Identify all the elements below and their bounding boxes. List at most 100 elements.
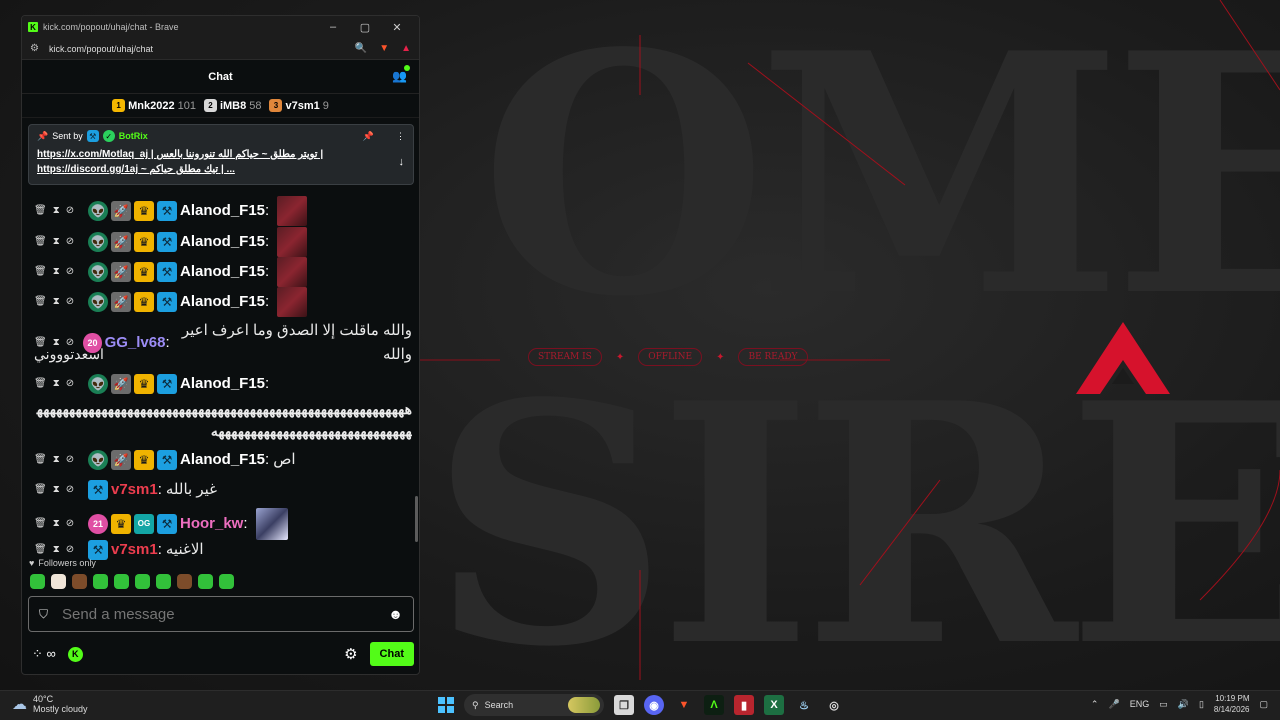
app-red-icon[interactable]: ▮ <box>734 695 754 715</box>
close-icon[interactable]: ✕ <box>381 21 413 34</box>
discord-icon[interactable]: ◉ <box>644 695 664 715</box>
username[interactable]: Alanod_F15 <box>180 372 265 396</box>
chat-message[interactable]: 🗑 ⧗ ⊘ 👽 🚀 ♛ ⚒ Alanod_F15: <box>34 287 412 317</box>
weather-widget[interactable]: ☁ 40°C Mostly cloudy <box>12 694 88 714</box>
delete-icon[interactable]: 🗑 <box>34 512 47 536</box>
timeout-icon[interactable]: ⧗ <box>53 372 60 396</box>
more-options-icon[interactable]: ⋮ <box>396 131 405 142</box>
task-view-icon[interactable]: ❐ <box>614 695 634 715</box>
chat-message[interactable]: 🗑 ⧗ ⊘ 👽 🚀 ♛ ⚒ Alanod_F15: <box>34 257 412 287</box>
quick-emote[interactable] <box>198 574 213 589</box>
chat-message[interactable]: 🗑 ⧗ ⊘ 👽 🚀 ♛ ⚒ Alanod_F15: <box>34 372 412 396</box>
ban-icon[interactable]: ⊘ <box>66 260 74 284</box>
maximize-icon[interactable]: ▢ <box>349 21 381 34</box>
quick-emote[interactable] <box>135 574 150 589</box>
username[interactable]: Alanod_F15 <box>180 290 265 314</box>
excel-icon[interactable]: X <box>764 695 784 715</box>
ban-icon[interactable]: ⊘ <box>66 199 74 223</box>
delete-icon[interactable]: 🗑 <box>34 230 47 254</box>
brave-rewards-icon[interactable]: ▲ <box>401 43 411 54</box>
chat-message[interactable]: 🗑 ⧗ ⊘ 👽 🚀 ♛ ⚒ Alanod_F15: <box>34 196 412 226</box>
chat-message[interactable]: 🗑 ⧗ ⊘ ⚒ v7sm1: غير بالله <box>34 478 412 502</box>
ban-icon[interactable]: ⊘ <box>66 448 74 472</box>
ban-icon[interactable]: ⊘ <box>66 512 74 536</box>
delete-icon[interactable]: 🗑 <box>34 199 47 223</box>
username[interactable]: Alanod_F15 <box>180 260 265 284</box>
message-input[interactable] <box>62 605 389 623</box>
obs-icon[interactable]: ◎ <box>824 695 844 715</box>
pinned-message[interactable]: 📌 Sent by ⚒ ✓ BotRix 📌 ⋮ https://x.com/M… <box>28 124 414 185</box>
emoji-picker-icon[interactable]: ☻ <box>388 606 403 622</box>
language-indicator[interactable]: ENG <box>1130 699 1150 709</box>
moderator-badge-icon: ⚒ <box>157 374 177 394</box>
chat-scrollbar[interactable] <box>415 496 418 542</box>
delete-icon[interactable]: 🗑 <box>34 448 47 472</box>
chat-message[interactable]: 🗑 ⧗ ⊘ 21 ♛ OG ⚒ Hoor_kw: <box>34 508 412 540</box>
infinity-mode[interactable]: ⁘ ∞ <box>32 646 56 662</box>
timeout-icon[interactable]: ⧗ <box>53 199 60 223</box>
app-icon[interactable]: Λ <box>704 695 724 715</box>
volume-icon[interactable]: 🔊 <box>1178 699 1189 710</box>
chat-message[interactable]: 🗑 ⧗ ⊘ 👽 🚀 ♛ ⚒ Alanod_F15: اص <box>34 448 412 472</box>
username[interactable]: v7sm1 <box>111 478 158 502</box>
brave-shields-icon[interactable]: ▼ <box>379 43 389 54</box>
username[interactable]: Alanod_F15 <box>180 199 265 223</box>
apex-logo-icon <box>1076 322 1170 394</box>
send-chat-button[interactable]: Chat <box>369 642 414 666</box>
unpin-icon[interactable]: 📌 <box>363 131 374 142</box>
pinned-line-1[interactable]: https://x.com/Motlaq_aj | تويتر مطلق ~ ح… <box>37 147 392 162</box>
chat-message[interactable]: 🗑 ⧗ ⊘ 👽 🚀 ♛ ⚒ Alanod_F15: <box>34 227 412 257</box>
leader-1[interactable]: 1 Mnk2022 101 <box>112 99 196 112</box>
quick-emote[interactable] <box>219 574 234 589</box>
chat-messages[interactable]: 🗑 ⧗ ⊘ 👽 🚀 ♛ ⚒ Alanod_F15: 🗑 ⧗ ⊘ 👽 🚀 ♛ ⚒ Alan… <box>22 120 419 562</box>
pinned-line-2[interactable]: https://discord.gg/1aj ~ تيك مطلق حياكم … <box>37 162 392 177</box>
timeout-icon[interactable]: ⧗ <box>53 478 60 502</box>
network-icon[interactable]: ▭ <box>1159 699 1168 710</box>
username[interactable]: Hoor_kw <box>180 512 243 536</box>
delete-icon[interactable]: 🗑 <box>34 478 47 502</box>
leader-2[interactable]: 2 iMB8 58 <box>203 99 261 112</box>
start-windows-icon[interactable] <box>438 697 454 713</box>
quick-emote[interactable] <box>156 574 171 589</box>
ban-icon[interactable]: ⊘ <box>66 290 74 314</box>
quick-emote[interactable] <box>30 574 45 589</box>
quick-emote[interactable] <box>114 574 129 589</box>
timeout-icon[interactable]: ⧗ <box>53 512 60 536</box>
notifications-icon[interactable]: ▢ <box>1259 699 1268 710</box>
ban-icon[interactable]: ⊘ <box>66 372 74 396</box>
username[interactable]: Alanod_F15 <box>180 230 265 254</box>
quick-emote[interactable] <box>51 574 66 589</box>
url-text[interactable]: kick.com/popout/uhaj/chat <box>49 44 343 54</box>
quick-emote[interactable] <box>177 574 192 589</box>
settings-gear-icon[interactable]: ⚙ <box>344 645 357 663</box>
quick-emote[interactable] <box>72 574 87 589</box>
leader-3[interactable]: 3 v7sm1 9 <box>269 99 329 112</box>
ban-icon[interactable]: ⊘ <box>66 478 74 502</box>
taskbar-search[interactable]: ⚲ Search <box>464 694 604 716</box>
timeout-icon[interactable]: ⧗ <box>53 290 60 314</box>
chevron-up-icon[interactable]: ⌃ <box>1091 699 1099 710</box>
delete-icon[interactable]: 🗑 <box>34 260 47 284</box>
expand-arrow-icon[interactable]: ↓ <box>399 156 405 168</box>
timeout-icon[interactable]: ⧗ <box>53 230 60 254</box>
microphone-icon[interactable]: 🎤 <box>1108 699 1119 710</box>
site-settings-icon[interactable]: ⚙ <box>30 43 39 54</box>
timeout-icon[interactable]: ⧗ <box>53 448 60 472</box>
steam-icon[interactable]: ♨ <box>794 695 814 715</box>
kick-points-icon[interactable]: K <box>67 646 83 662</box>
battery-icon[interactable]: ▯ <box>1199 699 1204 710</box>
username[interactable]: Alanod_F15 <box>180 448 265 472</box>
ban-icon[interactable]: ⊘ <box>66 230 74 254</box>
quick-emote[interactable] <box>93 574 108 589</box>
clock[interactable]: 10:19 PM 8/14/2026 <box>1214 693 1250 715</box>
zoom-icon[interactable]: 🔍 <box>355 43 367 54</box>
delete-icon[interactable]: 🗑 <box>34 372 47 396</box>
username[interactable]: v7sm1 <box>111 538 158 562</box>
delete-icon[interactable]: 🗑 <box>34 290 47 314</box>
message-input-box[interactable]: ⛉ ☻ <box>28 596 414 632</box>
minimize-icon[interactable]: – <box>317 21 349 33</box>
users-icon[interactable]: 👥 <box>392 65 410 83</box>
timeout-icon[interactable]: ⧗ <box>53 260 60 284</box>
brave-browser-icon[interactable]: ▼ <box>674 695 694 715</box>
pinned-author[interactable]: BotRix <box>119 131 148 141</box>
